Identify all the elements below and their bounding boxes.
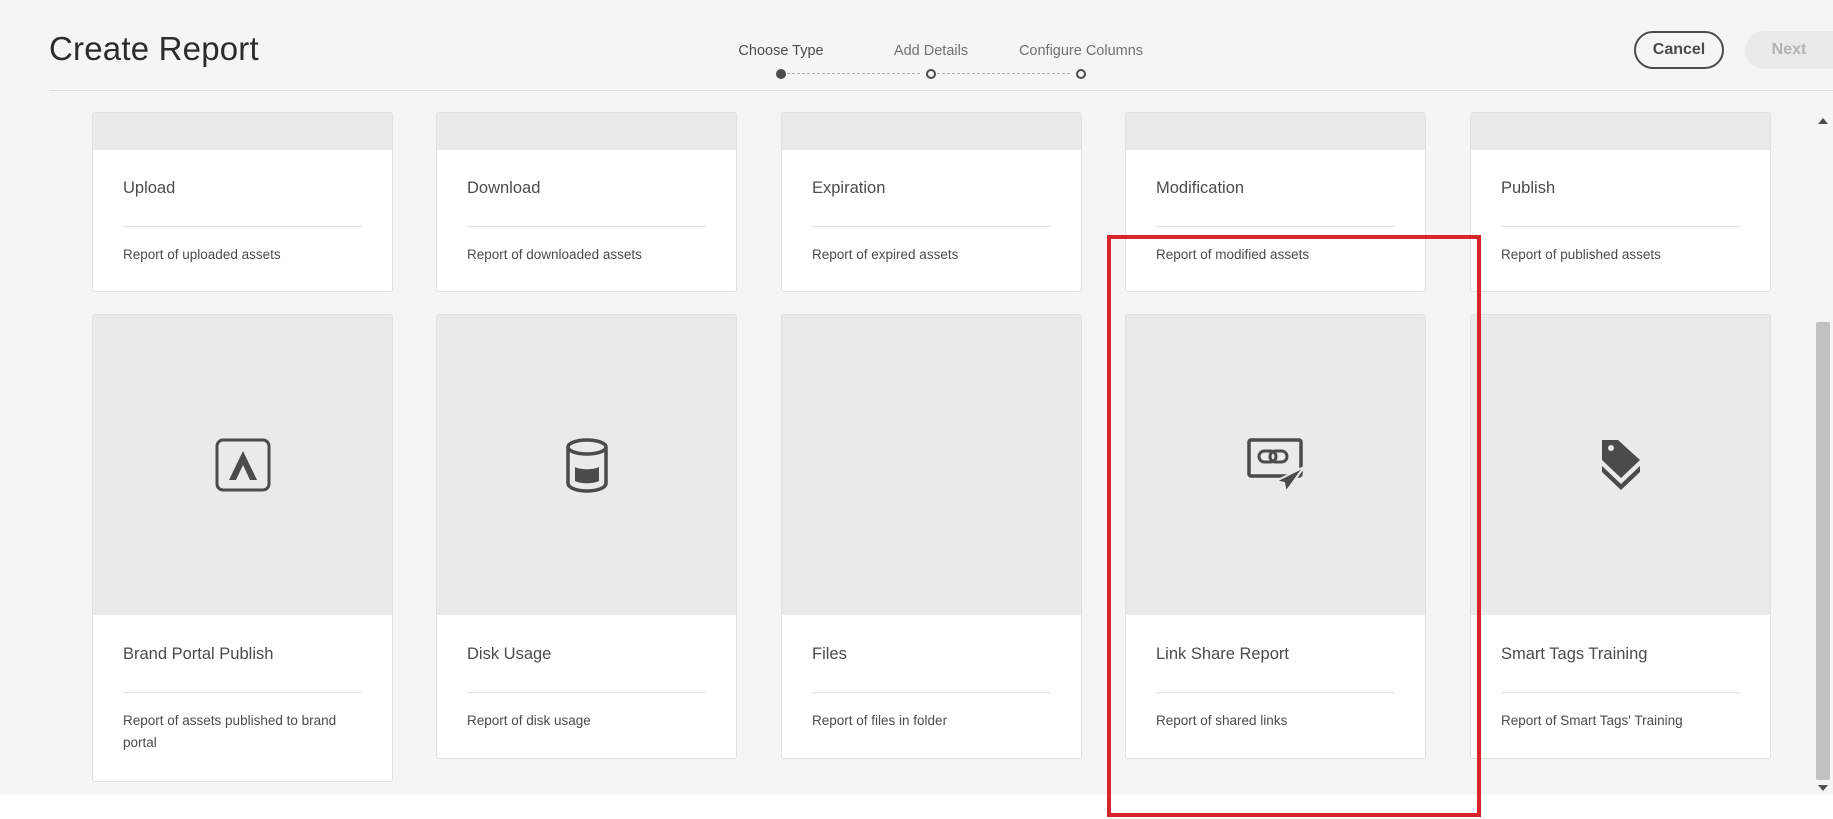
card-divider (1501, 692, 1740, 693)
page-header: Create Report Choose Type Add Details Co… (0, 0, 1833, 92)
report-card-expiration[interactable]: Expiration Report of expired assets (781, 112, 1082, 292)
step-configure-columns-dot (1076, 69, 1086, 79)
card-title: Link Share Report (1156, 645, 1289, 663)
card-title: Expiration (812, 179, 886, 197)
next-button[interactable]: Next (1745, 31, 1833, 69)
report-card-download[interactable]: Download Report of downloaded assets (436, 112, 737, 292)
report-card-link-share[interactable]: Link Share Report Report of shared links (1125, 314, 1426, 759)
report-card-disk-usage[interactable]: Disk Usage Report of disk usage (436, 314, 737, 759)
scroll-up-arrow-icon[interactable] (1818, 118, 1828, 124)
card-divider (812, 226, 1051, 227)
card-description: Report of shared links (1156, 713, 1288, 728)
card-description: Report of assets published to brand port… (123, 713, 337, 750)
report-card-smart-tags-training[interactable]: Smart Tags Training Report of Smart Tags… (1470, 314, 1771, 759)
card-thumbnail (1126, 315, 1425, 615)
card-thumbnail (1471, 113, 1770, 150)
step-connector (932, 73, 1070, 74)
card-description: Report of expired assets (812, 247, 959, 262)
card-divider (1156, 692, 1395, 693)
card-thumbnail (1471, 315, 1770, 615)
step-choose-type-label: Choose Type (738, 43, 824, 59)
report-card-upload[interactable]: Upload Report of uploaded assets (92, 112, 393, 292)
wizard-stepper: Choose Type Add Details Configure Column… (738, 40, 1150, 80)
step-configure-columns-label: Configure Columns (1018, 43, 1144, 59)
card-thumbnail (782, 315, 1081, 615)
step-choose-type-dot (776, 69, 786, 79)
adobe-logo-icon (215, 438, 270, 492)
card-title: Disk Usage (467, 645, 552, 663)
card-thumbnail (782, 113, 1081, 150)
card-thumbnail (93, 113, 392, 150)
card-title: Download (467, 179, 541, 197)
tags-icon (1601, 440, 1640, 490)
vertical-scrollbar[interactable] (1813, 112, 1833, 795)
card-description: Report of files in folder (812, 713, 948, 728)
card-divider (812, 692, 1051, 693)
card-description: Report of published assets (1501, 247, 1661, 262)
create-report-page: Create Report Choose Type Add Details Co… (0, 0, 1833, 795)
card-description: Report of disk usage (467, 713, 591, 728)
card-thumbnail (437, 315, 736, 615)
cancel-button[interactable]: Cancel (1634, 31, 1724, 69)
header-divider (49, 90, 1833, 91)
card-thumbnail (1126, 113, 1425, 150)
card-description: Report of Smart Tags' Training (1501, 713, 1683, 728)
scrollbar-thumb[interactable] (1816, 322, 1830, 780)
card-divider (467, 226, 706, 227)
step-connector (782, 73, 920, 74)
card-description: Report of uploaded assets (123, 247, 281, 262)
card-title: Brand Portal Publish (123, 645, 274, 663)
link-share-icon (1246, 438, 1305, 493)
step-add-details-label: Add Details (893, 43, 969, 59)
card-title: Files (812, 645, 847, 663)
card-title: Modification (1156, 179, 1245, 197)
card-divider (123, 226, 362, 227)
card-divider (123, 692, 362, 693)
card-divider (1156, 226, 1395, 227)
scroll-down-arrow-icon[interactable] (1818, 785, 1828, 791)
card-title: Smart Tags Training (1501, 645, 1648, 663)
card-thumbnail (93, 315, 392, 615)
database-icon (565, 438, 608, 493)
report-card-modification[interactable]: Modification Report of modified assets (1125, 112, 1426, 292)
step-add-details-dot (926, 69, 936, 79)
report-card-brand-portal-publish[interactable]: Brand Portal Publish Report of assets pu… (92, 314, 393, 782)
card-thumbnail (437, 113, 736, 150)
page-title: Create Report (49, 30, 259, 67)
card-divider (1501, 226, 1740, 227)
card-title: Upload (123, 179, 176, 197)
card-divider (467, 692, 706, 693)
card-title: Publish (1501, 179, 1556, 197)
report-card-publish[interactable]: Publish Report of published assets (1470, 112, 1771, 292)
card-description: Report of downloaded assets (467, 247, 642, 262)
report-card-files[interactable]: Files Report of files in folder (781, 314, 1082, 759)
report-type-grid: Upload Report of uploaded assets Downloa… (0, 112, 1810, 795)
card-description: Report of modified assets (1156, 247, 1310, 262)
